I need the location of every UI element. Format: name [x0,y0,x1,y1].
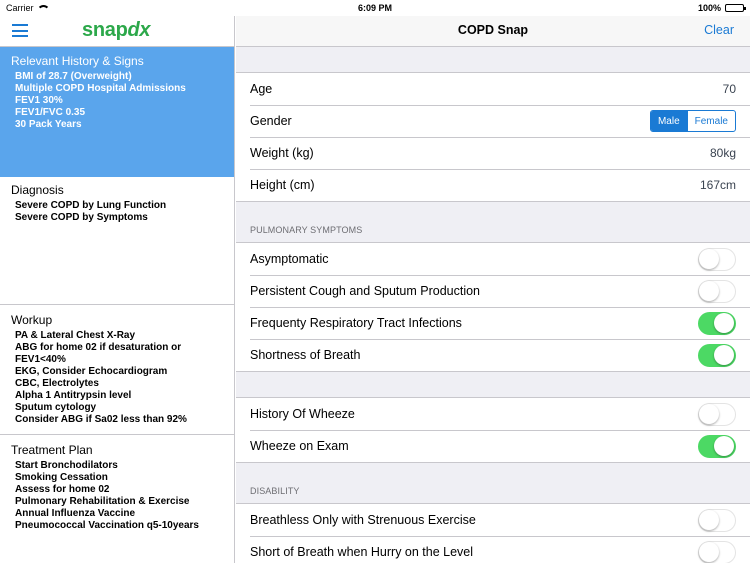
height-value[interactable]: 167cm [700,178,736,192]
history-item: 30 Pack Years [15,119,82,130]
height-label: Height (cm) [250,178,315,192]
age-label: Age [250,82,273,96]
height-row[interactable]: Height (cm) 167cm [236,169,750,201]
hamburger-menu-icon[interactable] [12,24,28,37]
workup-items: PA & Lateral Chest X-Ray ABG for home 02 … [11,330,234,426]
pulmonary-header: PULMONARY SYMPTOMS [250,225,363,235]
battery-info: 100% [697,3,746,13]
treatment-plan-item: Assess for home 02 [15,484,110,495]
toggle-label: Breathless Only with Strenuous Exercise [250,513,476,527]
weight-label: Weight (kg) [250,146,314,160]
treatment-plan-item: Pneumococcal Vaccination q5-10years [15,520,199,531]
snapdx-logo: snapdx [82,19,151,41]
toggle-switch[interactable] [698,540,736,563]
toggle-row: Breathless Only with Strenuous Exercise [236,504,750,536]
treatment-plan-section[interactable]: Treatment Plan Start Bronchodilators Smok… [0,435,234,532]
toggle-switch[interactable] [698,279,736,303]
workup-item: Consider ABG if Sa02 less than 92% [15,414,187,425]
page-title: COPD Snap [457,23,529,37]
clear-button[interactable]: Clear [704,23,734,37]
age-value[interactable]: 70 [723,82,736,96]
toggle-label: Short of Breath when Hurry on the Level [250,545,474,559]
toggle-label: Asymptomatic [250,252,329,266]
workup-section[interactable]: Workup PA & Lateral Chest X-Ray ABG for h… [0,305,234,435]
history-item: Multiple COPD Hospital Admissions [15,83,186,94]
diagnosis-item: Severe COPD by Symptoms [15,212,148,223]
gender-segmented-control[interactable]: Male Female [649,110,736,132]
toggle-knob [699,403,719,424]
summary-pane: snapdx Relevant History & Signs BMI of 2… [0,16,235,563]
battery-percent: 100% [697,3,721,13]
treatment-plan-item: Smoking Cessation [15,472,108,483]
toggle-knob [714,312,734,333]
history-section[interactable]: Relevant History & Signs BMI of 28.7 (Ov… [0,47,234,177]
toggle-knob [714,435,734,456]
gender-female-option[interactable]: Female [686,111,735,131]
toggle-label: Wheeze on Exam [250,439,349,453]
toggle-row: Shortness of Breath [236,339,750,371]
workup-title: Workup [11,313,53,327]
diagnosis-title: Diagnosis [11,183,64,197]
battery-icon [725,4,746,12]
gender-label: Gender [250,114,292,128]
history-title: Relevant History & Signs [11,54,144,68]
toggle-knob [699,280,719,301]
wheeze-group: History Of Wheeze Wheeze on Exam [236,397,750,463]
gender-male-option[interactable]: Male [650,111,687,131]
toggle-switch[interactable] [698,402,736,426]
toggle-label: Shortness of Breath [250,348,361,362]
history-item: FEV1/FVC 0.35 [15,107,86,118]
workup-item: EKG, Consider Echocardiogram [15,366,168,377]
toggle-row: Wheeze on Exam [236,430,750,462]
toggle-knob [699,248,719,269]
workup-item: PA & Lateral Chest X-Ray [15,330,136,341]
toggle-label: Frequenty Respiratory Tract Infections [250,316,462,330]
status-time: 6:09 PM [357,3,392,13]
right-navbar: COPD Snap Clear [236,16,750,47]
disability-group: Breathless Only with Strenuous Exercise S… [236,503,750,563]
treatment-plan-item: Pulmonary Rehabilitation & Exercise [15,496,190,507]
toggle-knob [699,509,719,530]
toggle-switch[interactable] [698,434,736,458]
toggle-label: Persistent Cough and Sputum Production [250,284,480,298]
workup-item: FEV1<40% [15,354,66,365]
toggle-switch[interactable] [698,343,736,367]
toggle-label: History Of Wheeze [250,407,355,421]
toggle-row: Frequenty Respiratory Tract Infections [236,307,750,339]
history-items: BMI of 28.7 (Overweight) Multiple COPD Ho… [11,71,234,131]
workup-item: CBC, Electrolytes [15,378,99,389]
toggle-switch[interactable] [698,247,736,271]
history-item: BMI of 28.7 (Overweight) [15,71,132,82]
gender-row: Gender Male Female [236,105,750,137]
pulmonary-group: Asymptomatic Persistent Cough and Sputum … [236,242,750,372]
diagnosis-items: Severe COPD by Lung Function Severe COPD … [11,200,234,224]
toggle-switch[interactable] [698,311,736,335]
form-pane: COPD Snap Clear Age 70 Gender Male Femal… [236,16,750,563]
workup-item: ABG for home 02 if desaturation or [15,342,182,353]
weight-value[interactable]: 80kg [710,146,736,160]
age-row[interactable]: Age 70 [236,73,750,105]
toggle-row: Short of Breath when Hurry on the Level [236,536,750,563]
demographics-group: Age 70 Gender Male Female Weight (kg) 80… [236,72,750,202]
left-navbar: snapdx [0,16,234,47]
toggle-knob [699,541,719,562]
weight-row[interactable]: Weight (kg) 80kg [236,137,750,169]
diagnosis-section[interactable]: Diagnosis Severe COPD by Lung Function Se… [0,177,234,305]
treatment-plan-item: Start Bronchodilators [15,460,118,471]
toggle-row: Persistent Cough and Sputum Production [236,275,750,307]
toggle-row: History Of Wheeze [236,398,750,430]
status-bar: Carrier 6:09 PM 100% [0,0,750,16]
toggle-knob [714,344,734,365]
treatment-plan-item: Annual Influenza Vaccine [15,508,136,519]
workup-item: Alpha 1 Antitrypsin level [15,390,132,401]
toggle-row: Asymptomatic [236,243,750,275]
diagnosis-item: Severe COPD by Lung Function [15,200,167,211]
disability-header: DISABILITY [250,486,300,496]
toggle-switch[interactable] [698,508,736,532]
treatment-plan-title: Treatment Plan [11,443,93,457]
history-item: FEV1 30% [15,95,63,106]
workup-item: Sputum cytology [15,402,97,413]
treatment-plan-items: Start Bronchodilators Smoking Cessation As… [11,460,234,532]
